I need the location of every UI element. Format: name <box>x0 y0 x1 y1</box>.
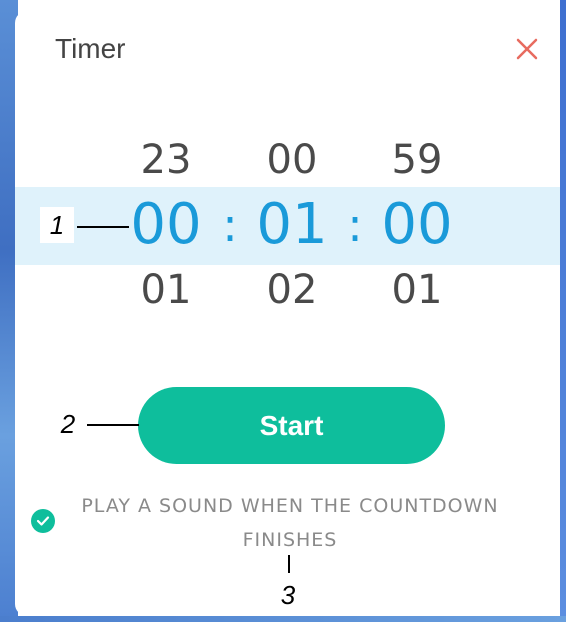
callout-label-2: 2 <box>53 407 83 441</box>
play-sound-label[interactable]: PLAY A SOUND WHEN THE COUNTDOWN FINISHES <box>75 489 505 557</box>
background-bottom-edge <box>0 616 566 622</box>
timer-dialog: Timer 23 00 01 00 01 02 59 00 01 : : Sta… <box>15 11 560 616</box>
background-right-edge <box>560 0 566 622</box>
minutes-below-value[interactable]: 02 <box>242 267 342 313</box>
seconds-above-value[interactable]: 59 <box>367 137 467 183</box>
callout-label-3: 3 <box>273 578 303 612</box>
close-icon <box>516 38 538 60</box>
hours-above-value[interactable]: 23 <box>116 137 216 183</box>
hours-below-value[interactable]: 01 <box>116 267 216 313</box>
time-separator: : <box>347 198 363 252</box>
hours-selected-value[interactable]: 00 <box>116 192 216 257</box>
callout-line-2 <box>87 424 139 426</box>
dialog-title: Timer <box>55 33 126 64</box>
play-sound-label-line2: FINISHES <box>242 529 338 551</box>
callout-line-1 <box>77 226 129 228</box>
minutes-selected-value[interactable]: 01 <box>242 192 342 257</box>
callout-line-3 <box>288 555 290 573</box>
minutes-above-value[interactable]: 00 <box>242 137 342 183</box>
play-sound-checkbox[interactable] <box>31 509 55 533</box>
seconds-below-value[interactable]: 01 <box>367 267 467 313</box>
callout-label-1: 1 <box>40 207 74 243</box>
start-button[interactable]: Start <box>138 387 445 464</box>
seconds-selected-value[interactable]: 00 <box>367 192 467 257</box>
time-separator: : <box>222 198 238 252</box>
play-sound-label-line1: PLAY A SOUND WHEN THE COUNTDOWN <box>81 495 499 517</box>
check-icon <box>36 516 50 526</box>
close-button[interactable] <box>511 33 543 65</box>
